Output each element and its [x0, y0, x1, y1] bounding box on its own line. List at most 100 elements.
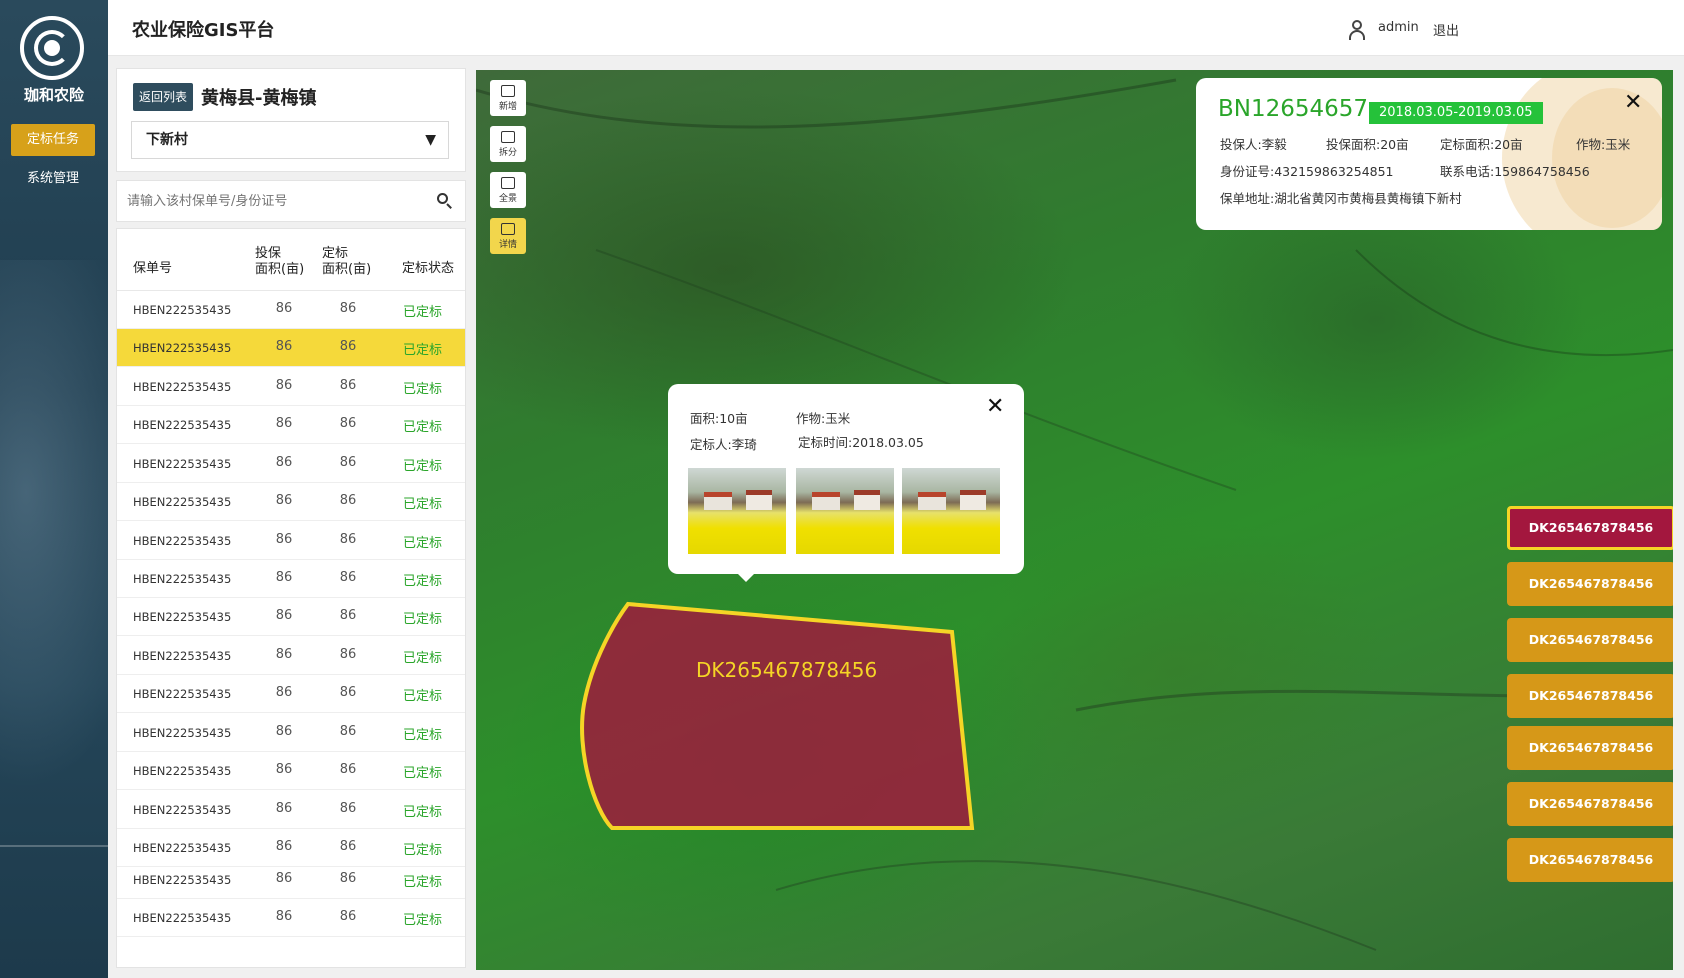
policy-no-cell: HBEN222535435 [133, 303, 232, 317]
table-row[interactable]: HBEN222535435 86 86 已定标 [117, 752, 465, 790]
table-row[interactable]: HBEN222535435 86 86 已定标 [117, 675, 465, 713]
nav-item-system-management[interactable]: 系统管理 [11, 163, 95, 195]
table-row[interactable]: HBEN222535435 86 86 已定标 [117, 329, 465, 367]
marked-area-cell: 86 [339, 570, 357, 585]
insured-area-cell: 86 [275, 839, 293, 854]
marked-area-cell: 86 [339, 455, 357, 470]
policy-period-badge: 2018.03.05-2019.03.05 [1369, 102, 1543, 124]
policy-no-cell: HBEN222535435 [133, 341, 232, 355]
village-select-value: 下新村 [146, 132, 188, 148]
table-row[interactable]: HBEN222535435 86 86 已定标 [117, 483, 465, 521]
popup-area: 面积:10亩 [690, 411, 748, 426]
insured-area-cell: 86 [275, 647, 293, 662]
policy-no-cell: HBEN222535435 [133, 873, 232, 887]
policy-no-cell: HBEN222535435 [133, 726, 232, 740]
parcel-button[interactable]: DK265467878456 [1507, 782, 1673, 826]
plot-label: DK265467878456 [696, 658, 878, 682]
policy-no-cell: HBEN222535435 [133, 572, 232, 586]
status-cell: 已定标 [403, 536, 443, 551]
policy-no-cell: HBEN222535435 [133, 380, 232, 394]
table-row[interactable]: HBEN222535435 86 86 已定标 [117, 522, 465, 560]
search-icon[interactable] [437, 193, 453, 209]
table-row[interactable]: HBEN222535435 86 86 已定标 [117, 445, 465, 483]
close-icon[interactable]: ✕ [986, 394, 1004, 419]
username: admin [1378, 20, 1419, 35]
nav-item-calibration-task[interactable]: 定标任务 [11, 124, 95, 156]
insured-area-cell: 86 [275, 570, 293, 585]
village-select[interactable]: 下新村 ▼ [131, 121, 449, 159]
logout-link[interactable]: 退出 [1433, 20, 1459, 39]
table-row[interactable]: HBEN222535435 86 86 已定标 [117, 637, 465, 675]
logo-icon [20, 16, 84, 80]
status-cell: 已定标 [403, 875, 443, 890]
status-cell: 已定标 [403, 728, 443, 743]
user-icon [1348, 20, 1366, 40]
region-panel: 返回列表 黄梅县-黄梅镇 下新村 ▼ [116, 68, 466, 172]
status-cell: 已定标 [403, 843, 443, 858]
table-row[interactable]: HBEN222535435 86 86 已定标 [117, 368, 465, 406]
policy-no-cell: HBEN222535435 [133, 495, 232, 509]
table-row[interactable]: HBEN222535435 86 86 已定标 [117, 791, 465, 829]
left-nav: 珈和农险 定标任务 系统管理 [0, 0, 108, 978]
policy-holder: 投保人:李毅 [1220, 137, 1287, 152]
parcel-button[interactable]: DK265467878456 [1507, 618, 1673, 662]
popup-time: 定标时间:2018.03.05 [798, 435, 924, 450]
table-row[interactable]: HBEN222535435 86 86 已定标 [117, 291, 465, 329]
marked-area-cell: 86 [339, 416, 357, 431]
insured-area-cell: 86 [275, 724, 293, 739]
status-cell: 已定标 [403, 805, 443, 820]
table-row[interactable]: HBEN222535435 86 86 已定标 [117, 861, 465, 899]
col-insured-area: 投保 面积(亩) [255, 246, 305, 277]
parcel-button[interactable]: DK265467878456 [1507, 674, 1673, 718]
table-row[interactable]: HBEN222535435 86 86 已定标 [117, 560, 465, 598]
insured-area-cell: 86 [275, 416, 293, 431]
table-row[interactable]: HBEN222535435 86 86 已定标 [117, 598, 465, 636]
popup-marker: 定标人:李琦 [690, 437, 757, 452]
insured-area-cell: 86 [275, 301, 293, 316]
marked-area-cell: 86 [339, 801, 357, 816]
policy-no-cell: HBEN222535435 [133, 687, 232, 701]
map-view[interactable]: 新增 拆分 全景 详情 DK265467878456 面积:10亩 作物:玉米 … [476, 70, 1673, 970]
status-cell: 已定标 [403, 459, 443, 474]
policy-no-cell: HBEN222535435 [133, 534, 232, 548]
insured-area-cell: 86 [275, 909, 293, 924]
parcel-button[interactable]: DK265467878456 [1507, 838, 1673, 882]
parcel-button[interactable]: DK265467878456 [1507, 506, 1673, 550]
marked-area-cell: 86 [339, 378, 357, 393]
chevron-down-icon: ▼ [425, 132, 436, 148]
table-row[interactable]: HBEN222535435 86 86 已定标 [117, 899, 465, 937]
marked-area-cell: 86 [339, 339, 357, 354]
status-cell: 已定标 [403, 689, 443, 704]
status-cell: 已定标 [403, 766, 443, 781]
close-icon[interactable]: ✕ [1624, 90, 1642, 115]
status-cell: 已定标 [403, 651, 443, 666]
insured-area-cell: 86 [275, 339, 293, 354]
insured-area-cell: 86 [275, 685, 293, 700]
insured-area-cell: 86 [275, 871, 293, 886]
table-row[interactable]: HBEN222535435 86 86 已定标 [117, 714, 465, 752]
marked-area-cell: 86 [339, 871, 357, 886]
page-title: 农业保险GIS平台 [132, 20, 275, 41]
table-row[interactable]: HBEN222535435 86 86 已定标 [117, 406, 465, 444]
policy-crop: 作物:玉米 [1576, 137, 1631, 152]
parcel-button[interactable]: DK265467878456 [1507, 562, 1673, 606]
status-cell: 已定标 [403, 420, 443, 435]
marked-area-cell: 86 [339, 608, 357, 623]
marked-area-cell: 86 [339, 493, 357, 508]
back-to-list-button[interactable]: 返回列表 [133, 83, 194, 111]
plot-photo[interactable] [796, 468, 894, 554]
policy-no-cell: HBEN222535435 [133, 803, 232, 817]
plot-photo[interactable] [688, 468, 786, 554]
policy-marked-area: 定标面积:20亩 [1440, 137, 1523, 152]
policy-address: 保单地址:湖北省黄冈市黄梅县黄梅镇下新村 [1220, 191, 1462, 206]
plot-photo[interactable] [902, 468, 1000, 554]
marked-area-cell: 86 [339, 839, 357, 854]
parcel-button[interactable]: DK265467878456 [1507, 726, 1673, 770]
policy-insured-area: 投保面积:20亩 [1326, 137, 1409, 152]
insured-area-cell: 86 [275, 378, 293, 393]
policy-phone: 联系电话:159864758456 [1440, 164, 1590, 179]
region-title: 黄梅县-黄梅镇 [201, 88, 317, 109]
policy-no-cell: HBEN222535435 [133, 911, 232, 925]
search-input[interactable] [127, 187, 417, 215]
policy-table: 保单号 投保 面积(亩) 定标 面积(亩) 定标状态 HBEN222535435 86… [116, 228, 466, 968]
